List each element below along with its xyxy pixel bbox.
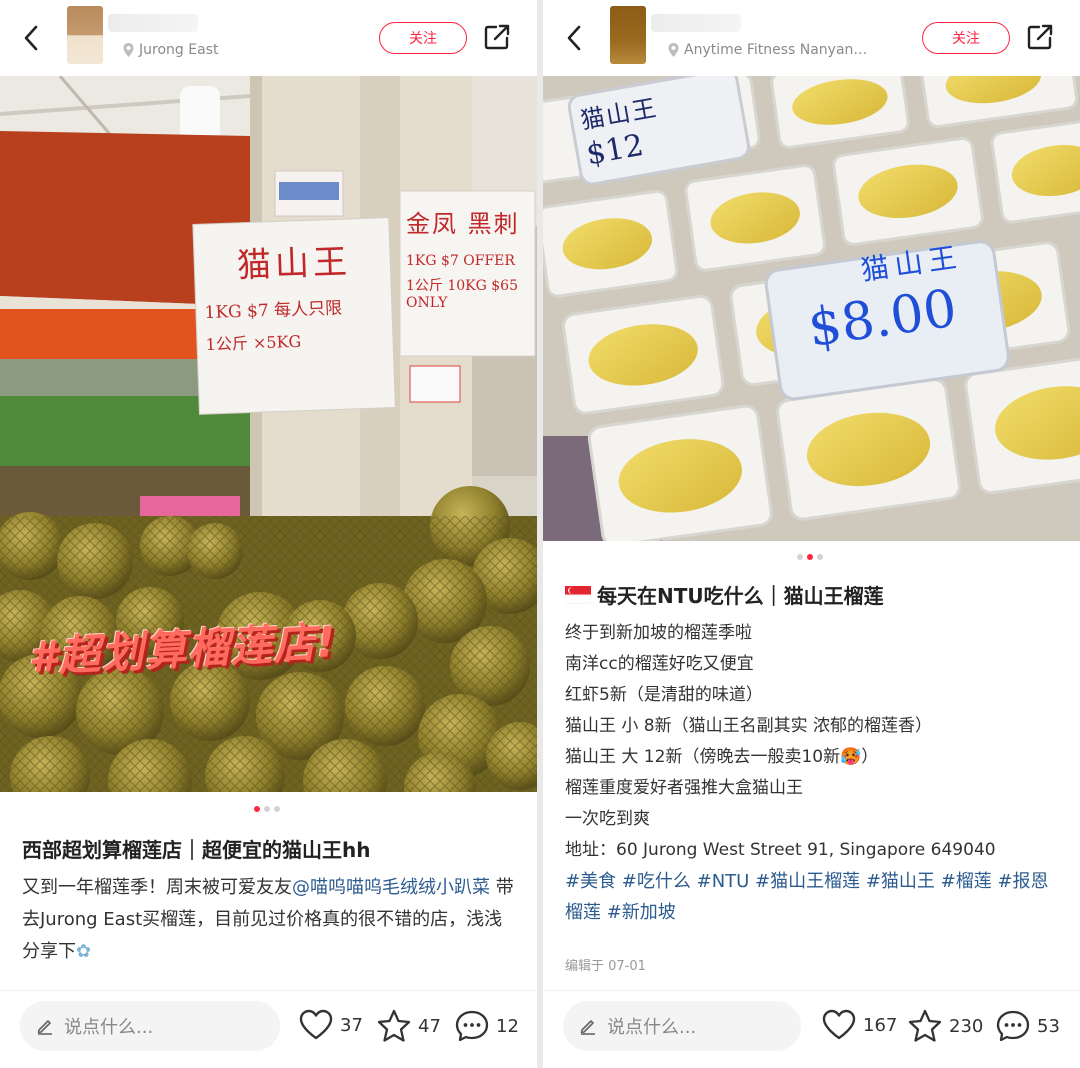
post-body: 又到一年榴莲季！周末被可爱友友@喵呜喵呜毛绒绒小趴菜 带去Jurong East… <box>22 872 517 968</box>
comment-placeholder: 说点什么... <box>64 1017 154 1038</box>
like-button[interactable]: 167 <box>821 1009 897 1041</box>
share-button[interactable] <box>482 22 512 52</box>
share-icon <box>1027 24 1053 50</box>
avatar[interactable] <box>610 6 646 64</box>
edit-date: 编辑于 07-01 <box>565 959 646 974</box>
location-icon <box>123 43 134 57</box>
back-button[interactable] <box>16 22 46 54</box>
durian-shop-photo <box>0 76 537 792</box>
comment-count: 53 <box>1037 1015 1060 1037</box>
comment-icon <box>455 1010 489 1042</box>
singapore-flag-icon <box>565 585 591 604</box>
post-title: 每天在NTU吃什么｜猫山王榴莲 <box>565 580 884 609</box>
heart-icon <box>822 1009 856 1040</box>
sign-title: 猫山王 <box>236 242 352 286</box>
post-header: Anytime Fitness Nanyan… 关注 <box>543 0 1080 76</box>
price-sign-maoshanwang: 猫山王 1KG $7 每人只限 1公斤 ×5KG <box>202 233 388 355</box>
collect-button[interactable]: 230 <box>907 1009 983 1043</box>
sign-title: 金凤 黑刺 <box>406 210 520 238</box>
carousel-dots <box>797 554 823 560</box>
follow-button[interactable]: 关注 <box>379 22 467 54</box>
heart-icon <box>299 1009 333 1040</box>
back-icon <box>24 25 38 51</box>
price-sign-jinfeng: 金凤 黑刺 1KG $7 OFFER 1公斤 10KG $65 ONLY <box>406 204 534 311</box>
comment-button[interactable]: 53 <box>995 1009 1060 1043</box>
body-line: 榴莲重度爱好者强推大盒猫山王 <box>565 778 803 798</box>
left-post: Jurong East 关注 猫山王 1KG $7 每人只限 1公斤 ×5KG … <box>0 0 537 1068</box>
comment-input[interactable]: 说点什么... <box>20 1001 280 1051</box>
comment-count: 12 <box>496 1015 519 1037</box>
back-icon <box>567 25 581 51</box>
collect-button[interactable]: 47 <box>376 1009 441 1043</box>
post-title: 西部超划算榴莲店｜超便宜的猫山王hh <box>22 838 371 862</box>
pencil-icon <box>580 1020 595 1035</box>
pencil-icon <box>37 1020 52 1035</box>
carousel-dot[interactable] <box>797 554 803 560</box>
body-line: 猫山王 小 8新（猫山王名副其实 浓郁的榴莲香） <box>565 716 933 736</box>
location-icon <box>668 43 679 57</box>
post-image-durian-boxes[interactable]: 猫山王 $12 猫山王 $8.00 <box>543 76 1080 541</box>
post-header: Jurong East 关注 <box>0 0 537 76</box>
lid-price-label-large: 猫山王 $12 <box>577 88 666 173</box>
body-line: 南洋cc的榴莲好吃又便宜 <box>565 654 754 674</box>
collect-count: 230 <box>949 1015 984 1037</box>
author-name-blurred[interactable] <box>108 14 198 32</box>
sparkle-emoji-icon: ✿ <box>76 941 92 962</box>
back-button[interactable] <box>559 22 589 54</box>
body-line-address: 地址：60 Jurong West Street 91, Singapore 6… <box>565 840 996 860</box>
like-button[interactable]: 37 <box>298 1009 363 1041</box>
engagement-bar: 说点什么... 37 47 12 <box>0 990 537 1068</box>
share-button[interactable] <box>1025 22 1055 52</box>
sign-price: 1KG $7 每人只限 <box>204 298 343 324</box>
carousel-dot[interactable] <box>264 806 270 812</box>
like-count: 167 <box>863 1014 898 1036</box>
follow-button[interactable]: 关注 <box>922 22 1010 54</box>
carousel-dots <box>254 806 280 812</box>
post-location[interactable]: Jurong East <box>123 42 218 58</box>
collect-count: 47 <box>418 1015 441 1037</box>
carousel-dot[interactable] <box>817 554 823 560</box>
comment-placeholder: 说点什么... <box>607 1017 697 1038</box>
post-location[interactable]: Anytime Fitness Nanyan… <box>668 42 867 58</box>
body-line: 终于到新加坡的榴莲季啦 <box>565 623 752 643</box>
comment-icon <box>996 1010 1030 1042</box>
carousel-dot[interactable] <box>254 806 260 812</box>
like-count: 37 <box>340 1014 363 1036</box>
engagement-bar: 说点什么... 167 230 53 <box>543 990 1080 1068</box>
body-line: 一次吃到爽 <box>565 809 650 829</box>
star-icon <box>377 1009 411 1042</box>
carousel-dot[interactable] <box>274 806 280 812</box>
avatar[interactable] <box>67 6 103 64</box>
star-icon <box>908 1009 942 1042</box>
body-line: 猫山王 大 12新（傍晚去一般卖10新🥵） <box>565 747 879 767</box>
carousel-dot[interactable] <box>807 554 813 560</box>
body-text: 又到一年榴莲季！周末被可爱友友 <box>22 877 292 898</box>
hashtag-links[interactable]: #美食 #吃什么 #NTU #猫山王榴莲 #猫山王 #榴莲 #报恩榴莲 #新加坡 <box>565 866 1065 928</box>
sign-price: 1KG $7 OFFER <box>406 253 515 269</box>
comment-button[interactable]: 12 <box>454 1009 519 1043</box>
post-body: 终于到新加坡的榴莲季啦 南洋cc的榴莲好吃又便宜 红虾5新（是清甜的味道） 猫山… <box>565 618 1065 928</box>
location-text: Anytime Fitness Nanyan… <box>684 42 868 58</box>
sign-offer: 1公斤 10KG $65 ONLY <box>406 278 518 311</box>
author-name-blurred[interactable] <box>651 14 741 32</box>
share-icon <box>484 24 510 50</box>
body-line: 红虾5新（是清甜的味道） <box>565 685 763 705</box>
right-post: Anytime Fitness Nanyan… 关注 猫山王 $12 猫山王 $… <box>543 0 1080 1068</box>
post-title-text: 每天在NTU吃什么｜猫山王榴莲 <box>597 584 884 608</box>
post-image-durian-shop[interactable]: 猫山王 1KG $7 每人只限 1公斤 ×5KG 金凤 黑刺 1KG $7 OF… <box>0 76 537 792</box>
mention-link[interactable]: @喵呜喵呜毛绒绒小趴菜 <box>292 877 490 898</box>
location-text: Jurong East <box>139 42 219 58</box>
comment-input[interactable]: 说点什么... <box>563 1001 801 1051</box>
